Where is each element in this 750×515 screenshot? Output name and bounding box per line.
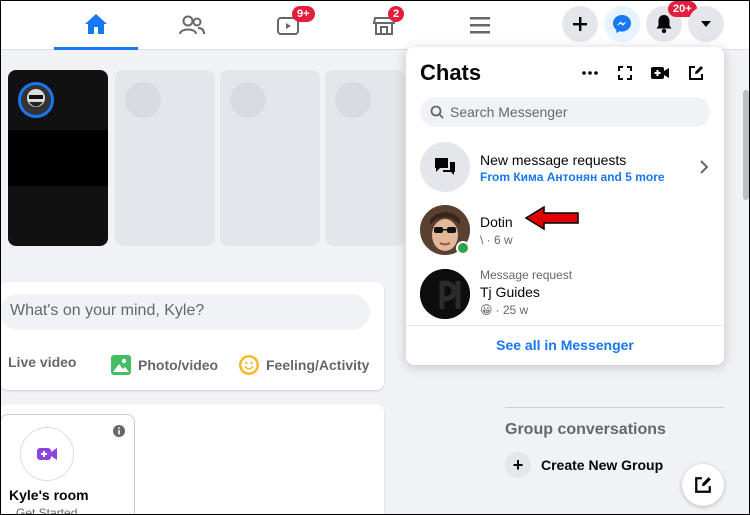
friends-icon [179, 15, 205, 35]
feeling-activity-label: Feeling/Activity [266, 357, 370, 373]
scroll-thumb[interactable] [743, 90, 749, 200]
story-card[interactable] [8, 70, 108, 246]
hamburger-menu-icon [470, 17, 490, 34]
composer-input[interactable]: What's on your mind, Kyle? [0, 294, 370, 330]
bell-icon [656, 15, 672, 34]
account-button[interactable] [688, 6, 724, 42]
room-card[interactable]: Kyle's room Get Started [0, 414, 135, 515]
plus-icon [573, 17, 587, 31]
marketplace-badge: 2 [388, 6, 405, 22]
row-title: Dotin [480, 214, 513, 230]
search-messenger-field[interactable] [420, 97, 710, 127]
story-placeholder [115, 70, 215, 246]
chats-panel: Chats New message requests From Кима Ант… [406, 47, 724, 365]
expand-icon [618, 66, 632, 80]
emoji: 😀 [480, 303, 493, 317]
new-message-floating-button[interactable] [682, 464, 724, 506]
story-image [8, 130, 108, 186]
tab-friends[interactable] [150, 0, 234, 50]
tj-guides-avatar [420, 269, 470, 319]
chats-title: Chats [420, 60, 482, 85]
live-video-label: Live video [8, 354, 77, 370]
row-title: New message requests [480, 152, 627, 168]
home-icon [85, 13, 107, 34]
tab-watch[interactable]: 9+ [246, 0, 330, 50]
tab-home[interactable] [54, 0, 138, 50]
message-request-label: Message request [480, 268, 573, 282]
group-conversations-heading: Group conversations [505, 421, 666, 438]
post-composer: What's on your mind, Kyle? Live video Ph… [0, 282, 384, 390]
see-all-in-messenger-link[interactable]: See all in Messenger [406, 337, 724, 353]
search-icon [430, 105, 444, 119]
notifications-button[interactable]: 20+ [646, 1, 697, 42]
divider [406, 325, 724, 326]
room-title: Kyle's room [9, 487, 89, 503]
create-group-label: Create New Group [541, 457, 664, 473]
chats-options-button[interactable] [578, 61, 602, 85]
chat-row-tj-guides[interactable]: Message request Tj Guides 😀 · 25 w [420, 268, 710, 325]
more-options-icon [582, 71, 598, 75]
row-subtitle: From Кима Антонян and 5 more [480, 170, 665, 184]
row-subtitle: \ · 6 w [480, 233, 513, 247]
feeling-activity-button[interactable]: Feeling/Activity [238, 354, 369, 376]
video-plus-icon [37, 448, 57, 460]
messenger-icon [613, 15, 631, 33]
chat-row-dotin[interactable]: Dotin \ · 6 w [420, 205, 710, 261]
live-video-button[interactable]: Live video [8, 354, 76, 370]
new-room-button[interactable] [648, 61, 672, 85]
message-requests-avatar [420, 142, 470, 192]
watch-badge: 9+ [292, 6, 315, 22]
room-subtitle: Get Started [16, 506, 78, 515]
message-requests-row[interactable]: New message requests From Кима Антонян a… [420, 142, 710, 198]
top-navigation-bar: 9+ 2 20+ [0, 0, 750, 50]
create-button[interactable] [562, 6, 598, 42]
new-message-button[interactable] [684, 61, 708, 85]
row-title: Tj Guides [480, 284, 540, 300]
compose-icon [695, 477, 711, 493]
divider [505, 407, 724, 408]
plus-icon: + [505, 452, 531, 478]
messenger-button[interactable] [604, 6, 640, 42]
create-new-group-button[interactable]: + Create New Group [505, 452, 663, 478]
photo-icon [111, 355, 131, 375]
row-subtitle-container: 😀 · 25 w [480, 303, 528, 317]
story-placeholder [325, 70, 405, 246]
search-messenger-input[interactable] [450, 104, 700, 120]
row-subtitle: · 25 w [495, 303, 529, 317]
story-avatar [18, 82, 54, 118]
tab-marketplace[interactable]: 2 [342, 0, 426, 50]
video-camera-plus-icon [651, 67, 669, 79]
caret-down-icon [701, 21, 711, 27]
info-icon [113, 425, 125, 437]
smiley-icon [239, 355, 259, 375]
story-placeholder [220, 70, 320, 246]
expand-button[interactable] [613, 61, 637, 85]
page-scrollbar[interactable] [742, 50, 750, 515]
tab-menu[interactable] [438, 0, 522, 50]
red-arrow-annotation [524, 205, 579, 231]
chevron-right-icon [700, 160, 708, 174]
chat-bubbles-icon [435, 158, 455, 175]
room-icon-circle [20, 427, 74, 481]
compose-icon [689, 66, 703, 80]
photo-video-button[interactable]: Photo/video [110, 354, 218, 376]
online-status-dot [456, 241, 470, 255]
photo-video-label: Photo/video [138, 357, 219, 373]
